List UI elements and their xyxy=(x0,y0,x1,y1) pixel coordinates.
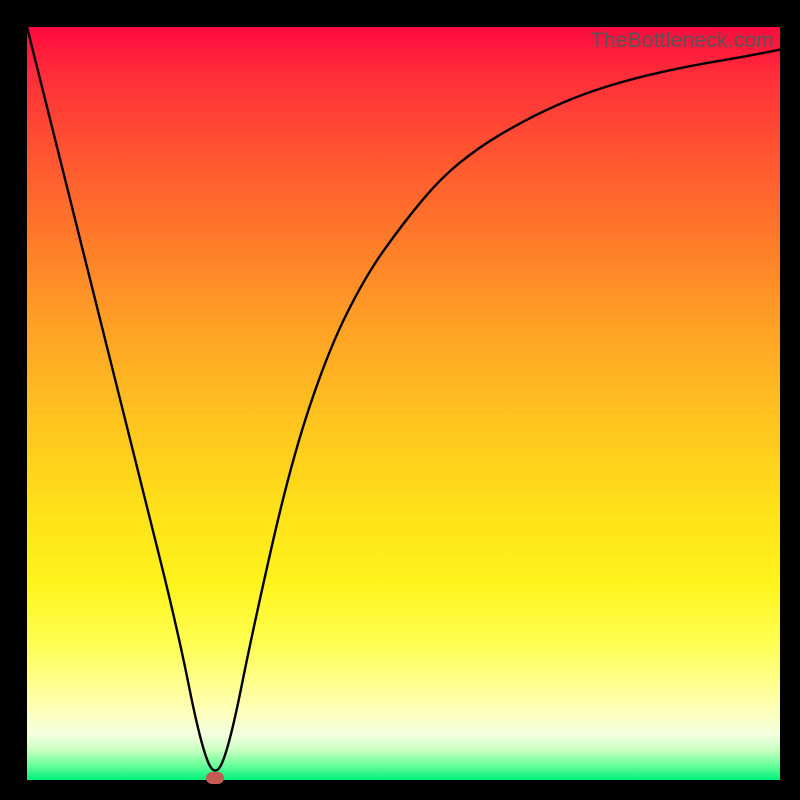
bottleneck-curve xyxy=(27,27,780,780)
minimum-marker xyxy=(206,772,224,784)
plot-area: TheBottleneck.com xyxy=(27,27,780,780)
chart-frame: TheBottleneck.com xyxy=(0,0,800,800)
